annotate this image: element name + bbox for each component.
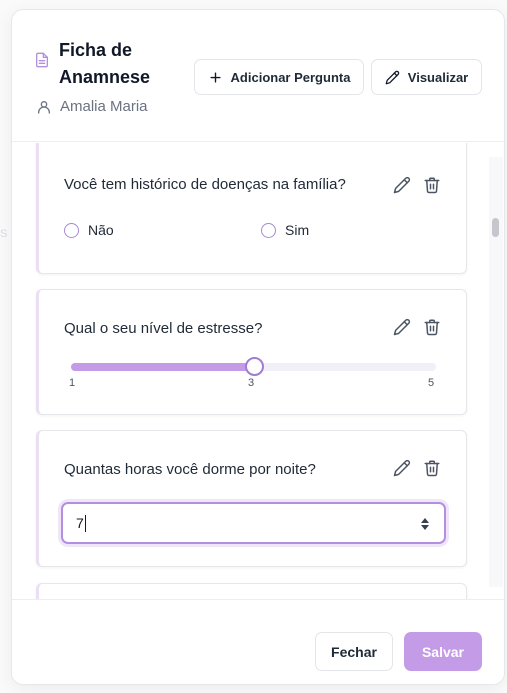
question-text: Você tem histórico de doenças na família… xyxy=(64,176,346,193)
scrollbar-thumb[interactable] xyxy=(492,218,499,237)
close-button[interactable]: Fechar xyxy=(315,632,393,671)
patient-name: Amalia Maria xyxy=(36,98,148,115)
questions-list[interactable]: Você tem histórico de doenças na família… xyxy=(12,143,504,600)
preview-button[interactable]: Visualizar xyxy=(371,59,482,95)
radio-circle[interactable] xyxy=(64,222,79,238)
document-icon xyxy=(36,52,48,68)
slider-max-label: 5 xyxy=(428,377,435,389)
modal-header: Ficha de Anamnese Amalia Maria Adicionar… xyxy=(12,10,504,142)
pencil-icon xyxy=(385,70,399,84)
question-card: Qual o seu nível de estresse? 1 3 5 xyxy=(36,289,467,415)
sleep-hours-input[interactable]: 7 xyxy=(61,502,446,544)
radio-circle[interactable] xyxy=(261,222,276,238)
edit-icon[interactable] xyxy=(393,459,411,477)
user-icon xyxy=(38,100,50,114)
question-text: Qual o seu nível de estresse? xyxy=(64,320,263,337)
background-mark: S xyxy=(0,228,8,240)
modal-footer: Fechar Salvar xyxy=(12,599,504,684)
preview-label: Visualizar xyxy=(407,69,469,85)
question-card: Você tem histórico de doenças na família… xyxy=(36,143,467,274)
radio-option-sim[interactable]: Sim xyxy=(261,222,309,238)
spinner-arrows-icon[interactable] xyxy=(420,516,430,532)
text-caret xyxy=(84,514,86,532)
radio-label: Sim xyxy=(285,222,310,238)
title-group: Ficha de Anamnese xyxy=(34,37,171,91)
add-question-label: Adicionar Pergunta xyxy=(230,69,351,85)
patient-name-label: Amalia Maria xyxy=(60,98,148,115)
question-actions xyxy=(393,318,441,336)
add-question-button[interactable]: Adicionar Pergunta xyxy=(194,59,364,95)
trash-icon[interactable] xyxy=(423,176,441,194)
radio-label: Não xyxy=(88,222,114,238)
question-actions xyxy=(393,176,441,194)
trash-icon[interactable] xyxy=(423,459,441,477)
save-button[interactable]: Salvar xyxy=(404,632,482,671)
trash-icon[interactable] xyxy=(423,318,441,336)
edit-icon[interactable] xyxy=(393,176,411,194)
question-card xyxy=(36,583,467,600)
edit-icon[interactable] xyxy=(393,318,411,336)
question-card: Quantas horas você dorme por noite? 7 xyxy=(36,430,467,567)
slider-fill xyxy=(71,363,254,371)
page-title: Ficha de Anamnese xyxy=(59,40,151,87)
slider-thumb[interactable] xyxy=(244,357,264,376)
stress-slider[interactable] xyxy=(71,357,436,376)
sleep-hours-value: 7 xyxy=(76,515,84,531)
radio-option-nao[interactable]: Não xyxy=(64,222,114,238)
slider-min-label: 1 xyxy=(69,377,76,389)
slider-mid-label: 3 xyxy=(248,377,255,389)
question-actions xyxy=(393,459,441,477)
anamnesis-modal: Ficha de Anamnese Amalia Maria Adicionar… xyxy=(11,9,505,685)
plus-icon xyxy=(209,71,221,83)
question-text: Quantas horas você dorme por noite? xyxy=(64,461,316,478)
